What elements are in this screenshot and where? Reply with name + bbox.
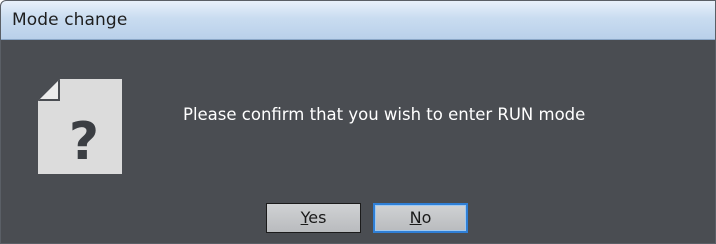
dialog-title: Mode change bbox=[12, 10, 128, 30]
dialog-body: ? Please confirm that you wish to enter … bbox=[1, 40, 715, 243]
no-button[interactable]: No bbox=[373, 203, 468, 233]
confirmation-message: Please confirm that you wish to enter RU… bbox=[183, 105, 586, 124]
question-document-icon: ? bbox=[38, 79, 122, 174]
no-mnemonic: N bbox=[409, 208, 422, 227]
dialog-titlebar[interactable]: Mode change bbox=[1, 1, 715, 40]
svg-text:?: ? bbox=[69, 112, 99, 172]
yes-label-rest: es bbox=[308, 208, 327, 227]
no-label-rest: o bbox=[421, 208, 432, 227]
mode-change-dialog: Mode change ? Please confirm that you wi… bbox=[0, 0, 716, 244]
yes-button[interactable]: Yes bbox=[266, 203, 361, 233]
